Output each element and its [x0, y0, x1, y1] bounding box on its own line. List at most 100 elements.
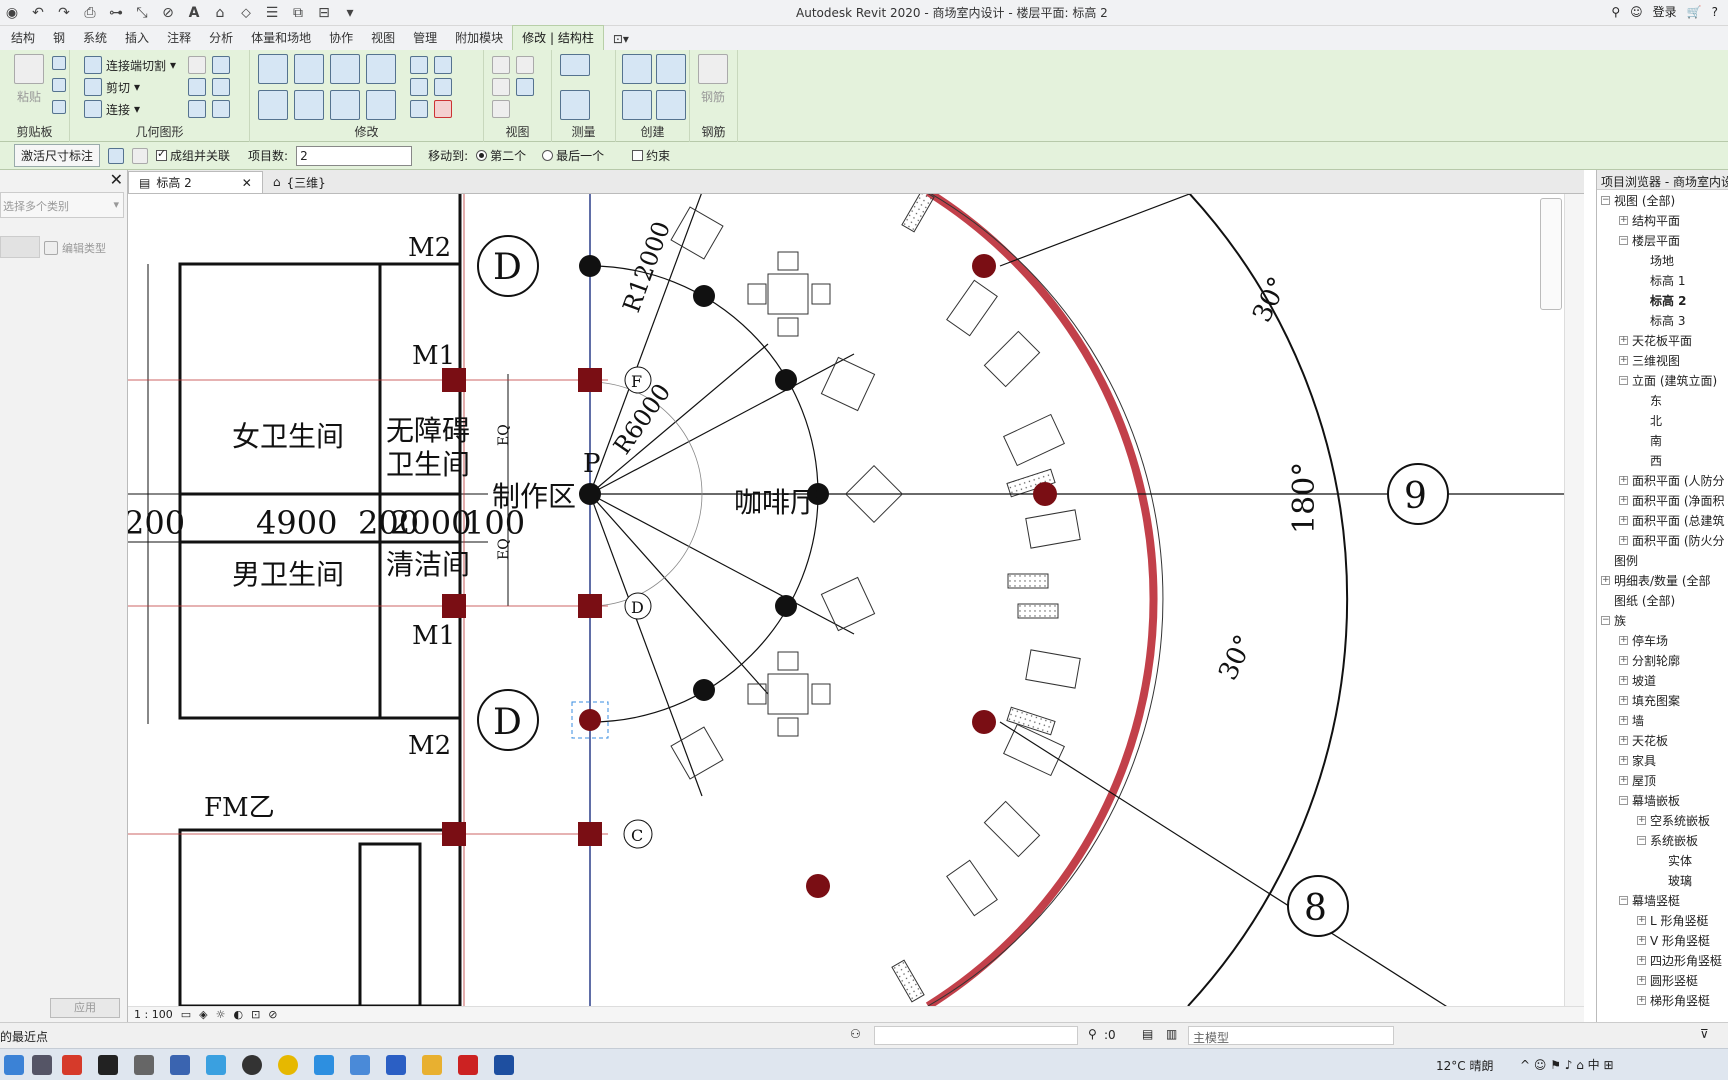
tab-analyze[interactable]: 分析	[200, 26, 242, 50]
filter-status-icon[interactable]: ⊽	[1700, 1027, 1709, 1041]
doc-tab-3d[interactable]: ⌂ {三维}	[263, 171, 336, 193]
redo-icon[interactable]: ↷	[52, 2, 76, 24]
expand-toggle-icon[interactable]: −	[1619, 375, 1628, 385]
linework-icon[interactable]	[492, 78, 510, 96]
expand-toggle-icon[interactable]: +	[1619, 735, 1628, 745]
system-tray[interactable]: ^ ☺ ⚑ ♪ ⌂ 中 ⊞	[1520, 1056, 1614, 1073]
cut-clip-icon[interactable]	[52, 56, 66, 70]
browser-node[interactable]: 东	[1597, 390, 1728, 410]
section-icon[interactable]: ⬦	[234, 2, 258, 24]
start-icon[interactable]	[4, 1055, 24, 1075]
visual-style-icon[interactable]: ◈	[199, 1008, 207, 1021]
tab-annotate[interactable]: 注释	[158, 26, 200, 50]
measure-between-icon[interactable]	[560, 54, 590, 76]
app-icon-5[interactable]	[314, 1055, 334, 1075]
tab-extra-dropdown[interactable]: ⊡▾	[604, 29, 638, 50]
edit-type-button[interactable]: 编辑类型	[44, 240, 106, 256]
main-model-dropdown[interactable]: 主模型	[1188, 1026, 1394, 1045]
browser-node[interactable]: 标高 2	[1597, 290, 1728, 310]
expand-toggle-icon[interactable]: −	[1601, 195, 1610, 205]
halftone-icon[interactable]	[492, 100, 510, 118]
app-icon-1[interactable]	[98, 1055, 118, 1075]
expand-toggle-icon[interactable]: +	[1637, 995, 1646, 1005]
browser-node[interactable]: + 填充图案	[1597, 690, 1728, 710]
expand-toggle-icon[interactable]: −	[1601, 615, 1610, 625]
browser-node[interactable]: − 族	[1597, 610, 1728, 630]
shadows-icon[interactable]: ◐	[233, 1008, 243, 1021]
paste-button[interactable]: 粘贴	[14, 54, 44, 105]
hide-icon[interactable]	[492, 56, 510, 74]
properties-close-icon[interactable]: ✕	[110, 170, 123, 189]
similar-icon[interactable]	[656, 90, 686, 120]
group-associate-checkbox[interactable]: 成组并关联	[156, 147, 230, 164]
create-assembly-icon[interactable]	[622, 54, 652, 84]
count-input[interactable]: 2	[296, 145, 413, 166]
horizontal-scrollbar[interactable]	[128, 1006, 1584, 1022]
edge-icon[interactable]	[206, 1055, 226, 1075]
browser-node[interactable]: + 面积平面 (防火分	[1597, 530, 1728, 550]
measure-icon[interactable]: ⊶	[104, 2, 128, 24]
browser-node[interactable]: + 停车场	[1597, 630, 1728, 650]
join-button[interactable]: 连接 ▾	[84, 100, 140, 118]
doc-tab-close-icon[interactable]: ✕	[242, 176, 252, 190]
tab-massing[interactable]: 体量和场地	[242, 26, 320, 50]
expand-toggle-icon[interactable]: +	[1619, 355, 1628, 365]
close-hidden-icon[interactable]: ⧉	[286, 2, 310, 24]
browser-node[interactable]: 实体	[1597, 850, 1728, 870]
expand-toggle-icon[interactable]: +	[1619, 535, 1628, 545]
browser-node[interactable]: + 面积平面 (总建筑	[1597, 510, 1728, 530]
expand-toggle-icon[interactable]: +	[1619, 755, 1628, 765]
browser-node[interactable]: 图例	[1597, 550, 1728, 570]
browser-node[interactable]: + 明细表/数量 (全部	[1597, 570, 1728, 590]
browser-node[interactable]: + 家具	[1597, 750, 1728, 770]
browser-node[interactable]: + 空系统嵌板	[1597, 810, 1728, 830]
browser-node[interactable]: + 天花板平面	[1597, 330, 1728, 350]
mirror-draw-icon[interactable]	[366, 54, 396, 84]
browser-node[interactable]: 标高 3	[1597, 310, 1728, 330]
browser-node[interactable]: + 面积平面 (净面积	[1597, 490, 1728, 510]
expand-toggle-icon[interactable]: −	[1619, 895, 1628, 905]
override-icon[interactable]	[516, 56, 534, 74]
create-parts-icon[interactable]	[656, 54, 686, 84]
expand-toggle-icon[interactable]: −	[1619, 795, 1628, 805]
browser-node[interactable]: + L 形角竖梃	[1597, 910, 1728, 930]
help-icon[interactable]: ?	[1712, 5, 1718, 19]
apply-button[interactable]: 应用	[50, 998, 120, 1018]
cut-button[interactable]: 剪切 ▾	[84, 78, 140, 96]
temp-hide-icon[interactable]: ⊘	[268, 1008, 277, 1021]
browser-node[interactable]: − 幕墙竖梃	[1597, 890, 1728, 910]
signin-link[interactable]: 登录	[1653, 3, 1677, 20]
hammer-icon[interactable]	[212, 100, 230, 118]
second-radio[interactable]: 第二个	[476, 147, 526, 164]
workset-icon[interactable]: ⚇	[850, 1027, 861, 1041]
app-icon-4[interactable]	[242, 1055, 262, 1075]
expand-toggle-icon[interactable]: +	[1619, 715, 1628, 725]
app-menu-icon[interactable]: ◉	[0, 2, 24, 24]
constrain-checkbox[interactable]: 约束	[632, 147, 670, 164]
paint-icon[interactable]	[212, 78, 230, 96]
expand-toggle-icon[interactable]: +	[1619, 695, 1628, 705]
aligned-dim-icon[interactable]	[560, 90, 590, 120]
tab-insert[interactable]: 插入	[116, 26, 158, 50]
expand-toggle-icon[interactable]: +	[1601, 575, 1610, 585]
wps-icon[interactable]	[458, 1055, 478, 1075]
editable-only-icon[interactable]: ⚲	[1088, 1027, 1097, 1041]
browser-node[interactable]: 标高 1	[1597, 270, 1728, 290]
filter-icon[interactable]	[516, 78, 534, 96]
chrome-icon[interactable]	[278, 1055, 298, 1075]
scale-icon[interactable]	[434, 78, 452, 96]
browser-node[interactable]: + 屋顶	[1597, 770, 1728, 790]
browser-node[interactable]: + 天花板	[1597, 730, 1728, 750]
user-icon[interactable]: ☺	[1630, 5, 1643, 19]
match-prop-icon[interactable]	[52, 100, 66, 114]
print-icon[interactable]: ⎙	[78, 2, 102, 24]
task-view-icon[interactable]	[32, 1055, 52, 1075]
mirror-axis-icon[interactable]	[330, 54, 360, 84]
filter-dropdown[interactable]	[0, 236, 40, 258]
design-options-icon[interactable]: ▤	[1142, 1027, 1153, 1041]
explorer-icon[interactable]	[422, 1055, 442, 1075]
demolish-icon[interactable]	[188, 100, 206, 118]
browser-node[interactable]: 图纸 (全部)	[1597, 590, 1728, 610]
tag-icon[interactable]: ⊘	[156, 2, 180, 24]
expand-toggle-icon[interactable]: +	[1619, 775, 1628, 785]
